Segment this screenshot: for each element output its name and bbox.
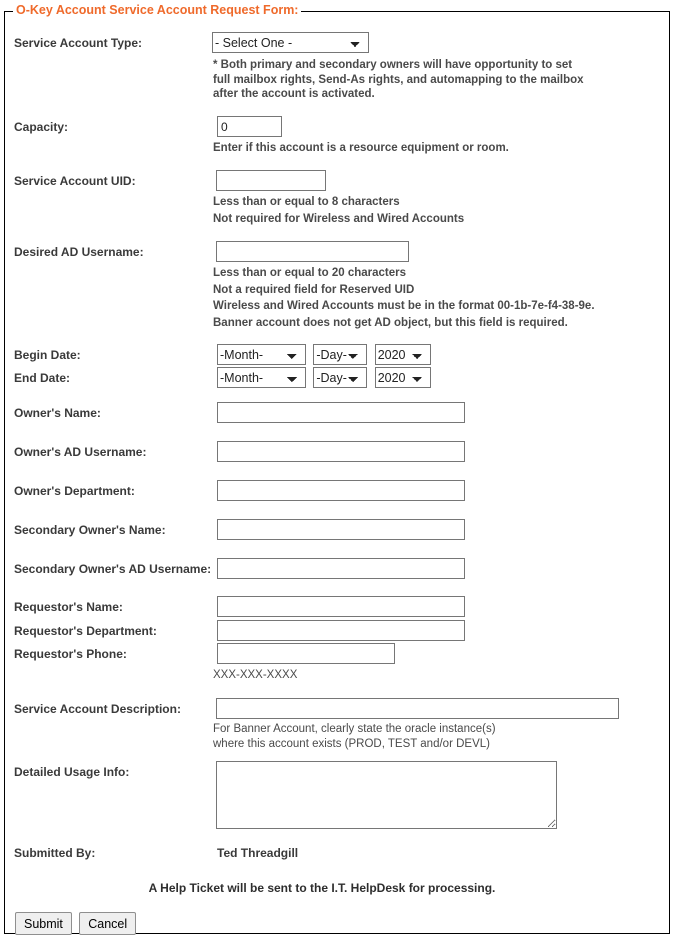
label-submitted-by: Submitted By: — [14, 846, 96, 860]
cancel-button[interactable]: Cancel — [79, 912, 137, 935]
hint-service-account-uid-2: Not required for Wireless and Wired Acco… — [213, 212, 465, 225]
input-wrapper-desired-ad-username — [216, 241, 409, 262]
form-legend: O-Key Account Service Account Request Fo… — [13, 3, 302, 17]
label-requestor-department: Requestor's Department: — [14, 624, 157, 638]
select-wrapper-service-account-type: - Select One - — [212, 32, 369, 53]
input-wrapper-capacity — [217, 116, 282, 137]
requestor-name-input[interactable] — [217, 596, 465, 617]
input-wrapper-requestor-department — [217, 620, 465, 641]
input-wrapper-owner-department — [217, 480, 465, 501]
owner-department-input[interactable] — [217, 480, 465, 501]
service-account-uid-input[interactable] — [216, 170, 326, 191]
begin-date-selects: -Month- -Day- 2020 — [217, 344, 431, 365]
label-begin-date: Begin Date: — [14, 348, 81, 362]
textarea-wrapper-detailed-usage-info — [216, 761, 557, 832]
input-wrapper-secondary-owner-ad-username — [217, 558, 465, 579]
submit-button[interactable]: Submit — [15, 912, 72, 935]
hint-desired-ad-username-4: Banner account does not get AD object, b… — [213, 316, 568, 329]
hint-desired-ad-username-2: Not a required field for Reserved UID — [213, 283, 415, 296]
service-account-request-form: O-Key Account Service Account Request Fo… — [4, 3, 670, 935]
requestor-phone-input[interactable] — [217, 643, 395, 664]
label-desired-ad-username: Desired AD Username: — [14, 245, 144, 259]
begin-date-year-select[interactable]: 2020 — [374, 344, 431, 365]
hint-service-account-description-2: where this account exists (PROD, TEST an… — [213, 737, 490, 750]
label-owner-name: Owner's Name: — [14, 406, 101, 420]
label-service-account-type: Service Account Type: — [14, 36, 143, 50]
input-wrapper-service-account-uid — [216, 170, 326, 191]
label-secondary-owner-name: Secondary Owner's Name: — [14, 523, 166, 537]
capacity-input[interactable] — [217, 116, 282, 137]
service-account-description-input[interactable] — [216, 698, 619, 719]
hint-requestor-phone-1: XXX-XXX-XXXX — [213, 669, 298, 681]
input-wrapper-requestor-name — [217, 596, 465, 617]
submitted-by-value: Ted Threadgill — [217, 846, 299, 860]
desired-ad-username-input[interactable] — [216, 241, 409, 262]
label-owner-ad-username: Owner's AD Username: — [14, 445, 147, 459]
help-ticket-notice: A Help Ticket will be sent to the I.T. H… — [148, 881, 496, 895]
input-wrapper-owner-ad-username — [217, 441, 465, 462]
input-wrapper-service-account-description — [216, 698, 619, 719]
service-account-type-select[interactable]: - Select One - — [212, 32, 369, 53]
label-service-account-uid: Service Account UID: — [14, 174, 136, 188]
hint-capacity-1: Enter if this account is a resource equi… — [213, 142, 509, 154]
hint-desired-ad-username-3: Wireless and Wired Accounts must be in t… — [213, 300, 595, 312]
label-requestor-phone: Requestor's Phone: — [14, 647, 127, 661]
end-date-year-select[interactable]: 2020 — [374, 367, 431, 388]
label-owner-department: Owner's Department: — [14, 484, 135, 498]
form-actions: Submit Cancel — [15, 912, 137, 935]
requestor-department-input[interactable] — [217, 620, 465, 641]
label-end-date: End Date: — [14, 371, 71, 385]
hint-service-account-type-3: after the account is activated. — [213, 88, 375, 100]
label-capacity: Capacity: — [14, 120, 69, 134]
begin-date-month-select[interactable]: -Month- — [217, 344, 306, 365]
owner-name-input[interactable] — [217, 402, 465, 423]
end-date-selects: -Month- -Day- 2020 — [217, 367, 431, 388]
hint-desired-ad-username-1: Less than or equal to 20 characters — [213, 267, 407, 279]
label-detailed-usage-info: Detailed Usage Info: — [14, 765, 130, 779]
input-wrapper-secondary-owner-name — [217, 519, 465, 540]
input-wrapper-requestor-phone — [217, 643, 395, 664]
label-service-account-description: Service Account Description: — [14, 702, 181, 716]
label-secondary-owner-ad-username: Secondary Owner's AD Username: — [14, 562, 212, 576]
owner-ad-username-input[interactable] — [217, 441, 465, 462]
secondary-owner-name-input[interactable] — [217, 519, 465, 540]
detailed-usage-info-textarea[interactable] — [216, 761, 557, 829]
end-date-day-select[interactable]: -Day- — [313, 367, 368, 388]
input-wrapper-owner-name — [217, 402, 465, 423]
hint-service-account-uid-1: Less than or equal to 8 characters — [213, 196, 400, 208]
secondary-owner-ad-username-input[interactable] — [217, 558, 465, 579]
hint-service-account-type-2: full mailbox rights, Send-As rights, and… — [213, 73, 584, 86]
label-requestor-name: Requestor's Name: — [14, 600, 123, 614]
begin-date-day-select[interactable]: -Day- — [313, 344, 368, 365]
end-date-month-select[interactable]: -Month- — [217, 367, 306, 388]
hint-service-account-type-1: * Both primary and secondary owners will… — [213, 59, 573, 71]
hint-service-account-description-1: For Banner Account, clearly state the or… — [213, 723, 496, 735]
